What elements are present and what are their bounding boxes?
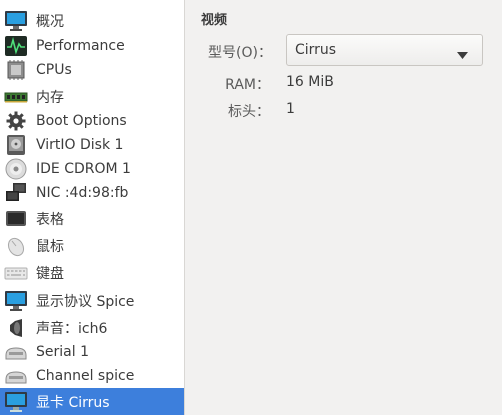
sidebar-item-label: VirtIO Disk 1 [36, 136, 124, 153]
sidebar-item-label: IDE CDROM 1 [36, 160, 131, 177]
model-select-value: Cirrus [295, 42, 337, 58]
sidebar-item-label: 内存 [36, 89, 64, 106]
cpu-chip-icon [4, 59, 28, 81]
performance-graph-icon [4, 35, 28, 57]
sidebar-item-label: Boot Options [36, 112, 127, 129]
sidebar-item-label: 键盘 [36, 265, 64, 282]
sidebar-item-tablet[interactable]: 表格 [0, 206, 184, 231]
sidebar-item-label: 显卡 Cirrus [36, 394, 110, 411]
sidebar-item-sound[interactable]: 声音：ich6 [0, 315, 184, 340]
chevron-down-icon [457, 47, 468, 63]
keyboard-icon [4, 262, 28, 284]
model-label: 型号(O)： [208, 45, 272, 61]
sidebar-item-virtio-disk[interactable]: VirtIO Disk 1 [0, 132, 184, 157]
sidebar-item-channel-spice[interactable]: Channel spice [0, 363, 184, 388]
video-details-panel: 视频 型号(O)： Cirrus RAM： 16 MiB 标头： 1 [185, 0, 502, 415]
sidebar-item-serial[interactable]: Serial 1 [0, 339, 184, 364]
sidebar-item-boot-options[interactable]: Boot Options [0, 108, 184, 133]
sidebar-item-label: Channel spice [36, 367, 135, 384]
sidebar-item-label: Serial 1 [36, 343, 89, 360]
model-select[interactable]: Cirrus [286, 34, 483, 66]
sidebar-item-nic[interactable]: NIC :4d:98:fb [0, 180, 184, 205]
hard-disk-icon [4, 134, 28, 156]
sidebar-item-performance[interactable]: Performance [0, 33, 184, 58]
sidebar-item-memory[interactable]: 内存 [0, 84, 184, 109]
memory-module-icon [4, 86, 28, 108]
heads-label: 标头： [228, 104, 270, 120]
sidebar-item-keyboard[interactable]: 键盘 [0, 260, 184, 285]
sidebar-item-ide-cdrom[interactable]: IDE CDROM 1 [0, 156, 184, 181]
gear-icon [4, 110, 28, 132]
sidebar-item-label: NIC :4d:98:fb [36, 184, 129, 201]
section-title: 视频 [201, 13, 228, 28]
video-card-monitor-icon [4, 391, 28, 413]
mouse-icon [4, 235, 28, 257]
speaker-icon [4, 317, 28, 339]
sidebar-item-display-spice[interactable]: 显示协议 Spice [0, 288, 184, 313]
serial-port-icon [4, 341, 28, 363]
tablet-icon [4, 208, 28, 230]
sidebar-item-label: 概况 [36, 13, 64, 30]
sidebar-item-video-cirrus[interactable]: 显卡 Cirrus [0, 388, 184, 415]
sidebar-item-label: 鼠标 [36, 238, 64, 255]
ram-label: RAM： [225, 77, 270, 93]
sidebar-item-mouse[interactable]: 鼠标 [0, 233, 184, 258]
channel-port-icon [4, 365, 28, 387]
heads-value: 1 [286, 101, 295, 117]
monitor-icon [4, 10, 28, 32]
sidebar-item-label: CPUs [36, 61, 72, 78]
sidebar-item-label: 表格 [36, 211, 64, 228]
sidebar-item-label: 显示协议 Spice [36, 293, 135, 310]
hardware-list: 概况 Performance CPUs 内存 Boot Options Virt… [0, 0, 185, 415]
cdrom-icon [4, 158, 28, 180]
sidebar-item-cpus[interactable]: CPUs [0, 57, 184, 82]
sidebar-item-label: Performance [36, 37, 125, 54]
sidebar-item-label: 声音：ich6 [36, 320, 108, 337]
network-icon [4, 182, 28, 204]
display-monitor-icon [4, 290, 28, 312]
sidebar-item-overview[interactable]: 概况 [0, 8, 184, 33]
ram-value: 16 MiB [286, 74, 334, 90]
